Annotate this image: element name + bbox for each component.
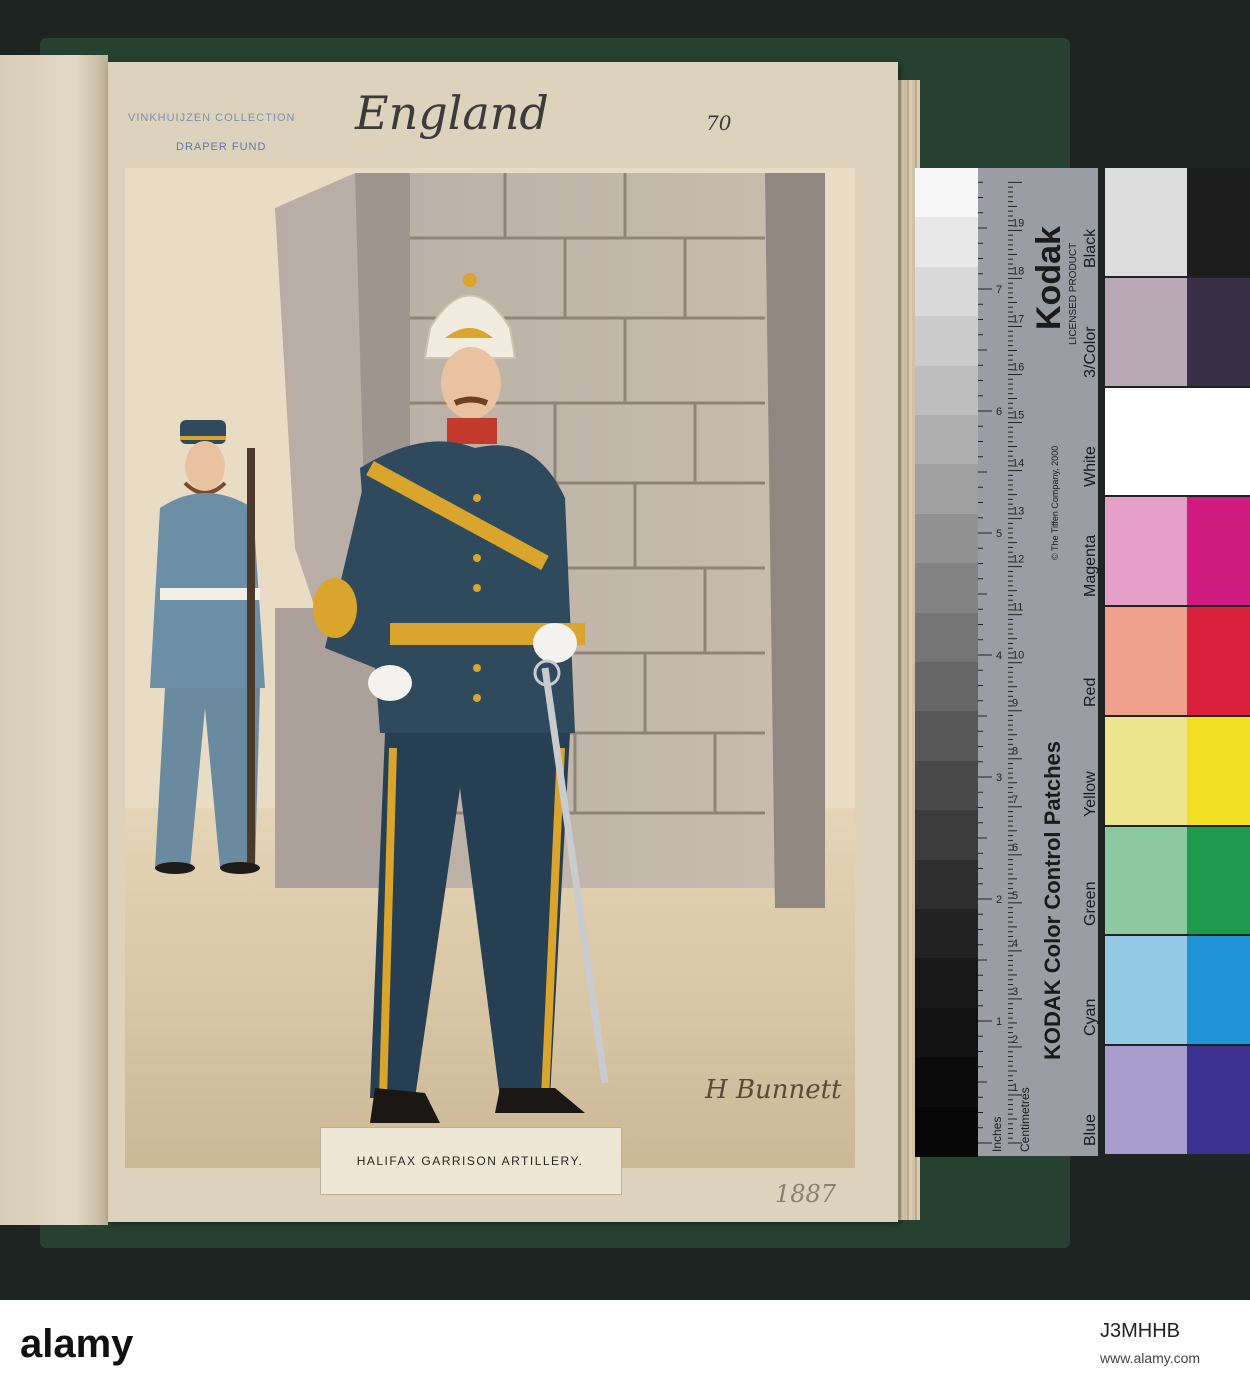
gray-step xyxy=(915,563,978,614)
patch-label: White xyxy=(1082,446,1099,488)
inch-tick-label: 4 xyxy=(996,650,1002,662)
gray-step xyxy=(915,1057,978,1108)
patch-label: Yellow xyxy=(1082,770,1099,817)
target-title: KODAK Color Control Patches xyxy=(1040,740,1065,1060)
cm-tick-label: 12 xyxy=(1012,554,1024,566)
dark-patch-column xyxy=(1187,168,1250,1156)
inches-label: Inches xyxy=(990,1116,1004,1152)
gray-step xyxy=(915,217,978,268)
artillery-illustration: H Bunnett xyxy=(125,168,855,1168)
handwritten-number: 70 xyxy=(706,111,732,135)
inch-tick-label: 3 xyxy=(996,772,1002,784)
gray-step xyxy=(915,168,978,219)
cm-tick-label: 3 xyxy=(1012,986,1018,998)
patch-label: Black xyxy=(1082,228,1099,268)
handwritten-year: 1887 xyxy=(775,1180,837,1208)
light-patch-column xyxy=(1105,168,1187,1156)
watermark-url: www.alamy.com xyxy=(1100,1350,1201,1366)
cm-tick-label: 9 xyxy=(1012,698,1018,710)
inch-tick-label: 1 xyxy=(996,1016,1002,1028)
color-patch-dark xyxy=(1187,277,1250,386)
collection-stamp: VINKHUIJZEN COLLECTION xyxy=(128,112,296,124)
patch-label: Green xyxy=(1082,881,1099,927)
gray-step xyxy=(915,958,978,1009)
color-patch-light xyxy=(1105,936,1187,1045)
watermark-footer: alamy J3MHHB www.alamy.com xyxy=(0,1300,1250,1390)
patch-label: Blue xyxy=(1082,1113,1099,1146)
inch-tick-label: 6 xyxy=(996,406,1002,418)
patch-label: Red xyxy=(1082,677,1099,707)
color-patch-light xyxy=(1105,277,1187,386)
cm-tick-label: 19 xyxy=(1012,217,1024,229)
cm-tick-label: 15 xyxy=(1012,410,1024,422)
color-patch-dark xyxy=(1187,607,1250,715)
gray-step xyxy=(915,1106,978,1157)
gray-step xyxy=(915,513,978,565)
cm-tick-label: 11 xyxy=(1012,602,1023,614)
watermark-image-id: J3MHHB xyxy=(1100,1320,1181,1342)
color-patch-dark xyxy=(1187,936,1250,1045)
inch-tick-label: 2 xyxy=(996,894,1002,906)
gray-step xyxy=(915,266,978,318)
color-patch-light xyxy=(1105,497,1187,606)
kodak-logo: Kodak xyxy=(1030,226,1068,330)
gray-step xyxy=(915,810,978,861)
gray-step xyxy=(915,760,978,812)
licensed-product: LICENSED PRODUCT xyxy=(1068,242,1079,345)
cm-tick-label: 17 xyxy=(1012,313,1024,325)
color-patch-dark xyxy=(1187,387,1250,496)
gray-step xyxy=(915,316,978,367)
cm-tick-label: 6 xyxy=(1012,842,1018,854)
gray-step xyxy=(915,711,978,762)
gray-step xyxy=(915,662,978,713)
cm-tick-label: 7 xyxy=(1012,794,1018,806)
target-copyright: © The Tiffen Company, 2000 xyxy=(1050,445,1060,560)
gray-step xyxy=(915,612,978,663)
plate-caption: HALIFAX GARRISON ARTILLERY. xyxy=(356,1154,584,1168)
artist-signature: H Bunnett xyxy=(704,1075,842,1105)
cm-tick-label: 4 xyxy=(1012,938,1018,950)
color-patch-light xyxy=(1105,168,1187,276)
gray-step xyxy=(915,909,978,960)
color-patch-light xyxy=(1105,607,1187,715)
color-patch-light xyxy=(1105,387,1187,496)
patch-label: Cyan xyxy=(1082,998,1099,1037)
patch-label: 3/Color xyxy=(1082,325,1099,378)
gray-step xyxy=(915,1007,978,1059)
color-patch-light xyxy=(1105,716,1187,825)
color-patch-light xyxy=(1105,826,1187,935)
inch-tick-label: 5 xyxy=(996,528,1002,540)
gray-step xyxy=(915,859,978,910)
photo-scene: VINKHUIJZEN COLLECTION DRAPER FUND Engla… xyxy=(0,0,1250,1300)
color-patch-dark xyxy=(1187,1046,1250,1154)
cm-tick-label: 18 xyxy=(1012,265,1024,277)
cm-tick-label: 16 xyxy=(1012,361,1024,373)
color-patch-light xyxy=(1105,1046,1187,1154)
left-page xyxy=(0,55,108,1225)
gray-scale-strip xyxy=(915,168,978,1157)
color-patch-dark xyxy=(1187,826,1250,935)
cm-tick-label: 2 xyxy=(1012,1034,1018,1046)
color-patch-dark xyxy=(1187,168,1250,276)
centimetres-label: Centimetres xyxy=(1018,1087,1032,1152)
handwritten-country: England xyxy=(355,86,549,140)
fund-stamp: DRAPER FUND xyxy=(176,141,267,153)
cm-tick-label: 8 xyxy=(1012,746,1018,758)
cm-tick-label: 14 xyxy=(1012,458,1024,470)
color-patch-dark xyxy=(1187,716,1250,825)
watermark-logo: alamy xyxy=(20,1322,134,1366)
inch-tick-label: 7 xyxy=(996,284,1002,296)
patch-label: Magenta xyxy=(1082,534,1099,598)
illustration-plate: H Bunnett xyxy=(125,168,855,1168)
cm-tick-label: 13 xyxy=(1012,506,1024,518)
color-patch-dark xyxy=(1187,497,1250,606)
gray-step xyxy=(915,365,978,416)
gray-step xyxy=(915,464,978,515)
cm-tick-label: 10 xyxy=(1012,650,1024,662)
gray-step xyxy=(915,415,978,466)
cm-tick-label: 5 xyxy=(1012,890,1018,902)
